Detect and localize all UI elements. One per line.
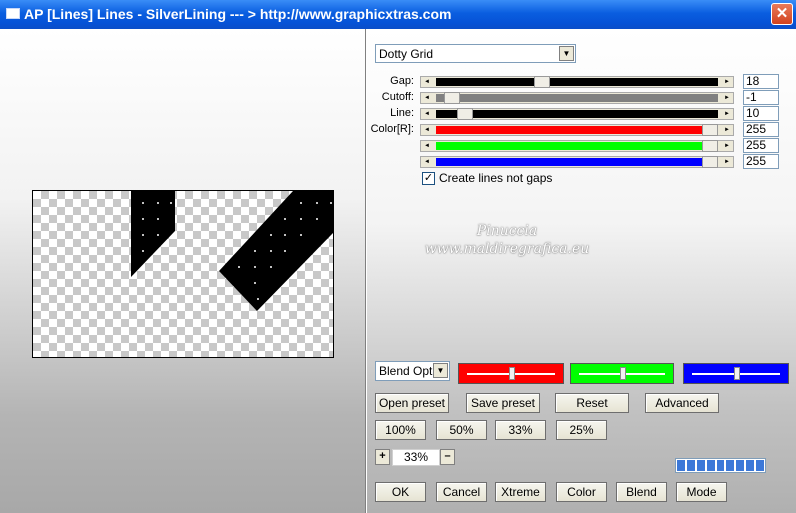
progress-segment xyxy=(746,460,755,471)
progress-segment xyxy=(716,460,725,471)
progress-segment xyxy=(736,460,745,471)
slider-thumb[interactable] xyxy=(534,76,550,88)
blue-color-slider[interactable] xyxy=(683,363,789,384)
xtreme-button[interactable]: Xtreme xyxy=(495,482,546,502)
red-color-slider[interactable] xyxy=(458,363,564,384)
zoom-50-button[interactable]: 50% xyxy=(436,420,487,440)
arrow-right-icon[interactable]: ► xyxy=(721,77,733,87)
preset-select-value: Dotty Grid xyxy=(379,47,434,61)
title-bar[interactable]: AP [Lines] Lines - SilverLining --- > ht… xyxy=(0,0,796,29)
slider-track[interactable]: ◄ ► xyxy=(420,76,734,88)
slider-thumb[interactable] xyxy=(702,124,718,136)
arrow-left-icon[interactable]: ◄ xyxy=(421,141,433,151)
preview-shape-left xyxy=(131,191,175,277)
blend-options-select[interactable]: Blend Optio ▼ xyxy=(375,361,450,381)
reset-button[interactable]: Reset xyxy=(555,393,629,413)
green-color-slider[interactable] xyxy=(570,363,674,384)
progress-segment xyxy=(686,460,695,471)
create-lines-checkbox[interactable]: ✓ xyxy=(422,172,435,185)
arrow-right-icon[interactable]: ► xyxy=(721,93,733,103)
chevron-down-icon[interactable]: ▼ xyxy=(559,46,574,61)
slider-value-field[interactable]: -1 xyxy=(743,90,779,105)
arrow-right-icon[interactable]: ► xyxy=(721,157,733,167)
slider-track[interactable]: ◄ ► xyxy=(420,140,734,152)
mode-button[interactable]: Mode xyxy=(676,482,727,502)
arrow-left-icon[interactable]: ◄ xyxy=(421,93,433,103)
watermark-line2: www.maldiregrafica.eu xyxy=(424,241,590,257)
slider-fill xyxy=(436,78,718,86)
slider-value-field[interactable]: 255 xyxy=(743,138,779,153)
ok-button[interactable]: OK xyxy=(375,482,426,502)
zoom-in-button[interactable]: + xyxy=(375,449,390,465)
zoom-25-button[interactable]: 25% xyxy=(556,420,607,440)
arrow-left-icon[interactable]: ◄ xyxy=(421,77,433,87)
zoom-out-button[interactable]: – xyxy=(440,449,455,465)
progress-segment xyxy=(706,460,715,471)
preview-pane xyxy=(0,29,366,513)
slider-thumb[interactable] xyxy=(702,156,718,168)
arrow-right-icon[interactable]: ► xyxy=(721,125,733,135)
watermark-line1: Pinuccia xyxy=(476,223,538,239)
progress-bar xyxy=(675,458,766,473)
close-button[interactable]: ✕ xyxy=(771,3,793,25)
chevron-down-icon[interactable]: ▼ xyxy=(433,363,448,378)
watermark: Pinuccia www.maldiregrafica.eu xyxy=(412,222,602,258)
cancel-button[interactable]: Cancel xyxy=(436,482,487,502)
slider-value-field[interactable]: 255 xyxy=(743,122,779,137)
slider-fill xyxy=(436,158,718,166)
save-preset-button[interactable]: Save preset xyxy=(466,393,540,413)
arrow-left-icon[interactable]: ◄ xyxy=(421,125,433,135)
window-title: AP [Lines] Lines - SilverLining --- > ht… xyxy=(24,6,452,22)
slider-value-field[interactable]: 10 xyxy=(743,106,779,121)
slider-track[interactable]: ◄ ► xyxy=(420,108,734,120)
open-preset-button[interactable]: Open preset xyxy=(375,393,449,413)
zoom-input[interactable]: 33% xyxy=(392,449,440,466)
progress-segment xyxy=(756,460,765,471)
plugin-window: AP [Lines] Lines - SilverLining --- > ht… xyxy=(0,0,796,513)
preset-select[interactable]: Dotty Grid ▼ xyxy=(375,44,576,63)
preview-image xyxy=(131,191,333,311)
create-lines-label: Create lines not gaps xyxy=(439,171,553,185)
slider-thumb[interactable] xyxy=(702,140,718,152)
slider-thumb[interactable] xyxy=(457,108,473,120)
slider-thumb[interactable] xyxy=(444,92,460,104)
color-slider-thumb[interactable] xyxy=(620,367,626,380)
zoom-33-button[interactable]: 33% xyxy=(495,420,546,440)
arrow-right-icon[interactable]: ► xyxy=(721,141,733,151)
slider-fill xyxy=(436,142,718,150)
color-slider-thumb[interactable] xyxy=(509,367,515,380)
slider-label: Line: xyxy=(390,107,414,119)
advanced-button[interactable]: Advanced xyxy=(645,393,719,413)
slider-fill xyxy=(436,94,718,102)
slider-value-field[interactable]: 255 xyxy=(743,154,779,169)
slider-fill xyxy=(436,110,718,118)
color-slider-thumb[interactable] xyxy=(734,367,740,380)
color-button[interactable]: Color xyxy=(556,482,607,502)
progress-segment xyxy=(726,460,735,471)
slider-fill xyxy=(436,126,718,134)
preview-canvas[interactable] xyxy=(32,190,334,358)
slider-label: Color[R]: xyxy=(370,123,414,135)
slider-value-field[interactable]: 18 xyxy=(743,74,779,89)
window-app-icon xyxy=(6,8,20,19)
slider-track[interactable]: ◄ ► xyxy=(420,156,734,168)
arrow-right-icon[interactable]: ► xyxy=(721,109,733,119)
progress-segment xyxy=(696,460,705,471)
preview-shape-right xyxy=(219,191,333,311)
slider-label: Cutoff: xyxy=(381,91,414,103)
slider-label: Gap: xyxy=(390,75,414,87)
progress-segment xyxy=(677,460,685,471)
slider-track[interactable]: ◄ ► xyxy=(420,124,734,136)
zoom-100-button[interactable]: 100% xyxy=(375,420,426,440)
blend-button[interactable]: Blend xyxy=(616,482,667,502)
arrow-left-icon[interactable]: ◄ xyxy=(421,157,433,167)
slider-track[interactable]: ◄ ► xyxy=(420,92,734,104)
arrow-left-icon[interactable]: ◄ xyxy=(421,109,433,119)
